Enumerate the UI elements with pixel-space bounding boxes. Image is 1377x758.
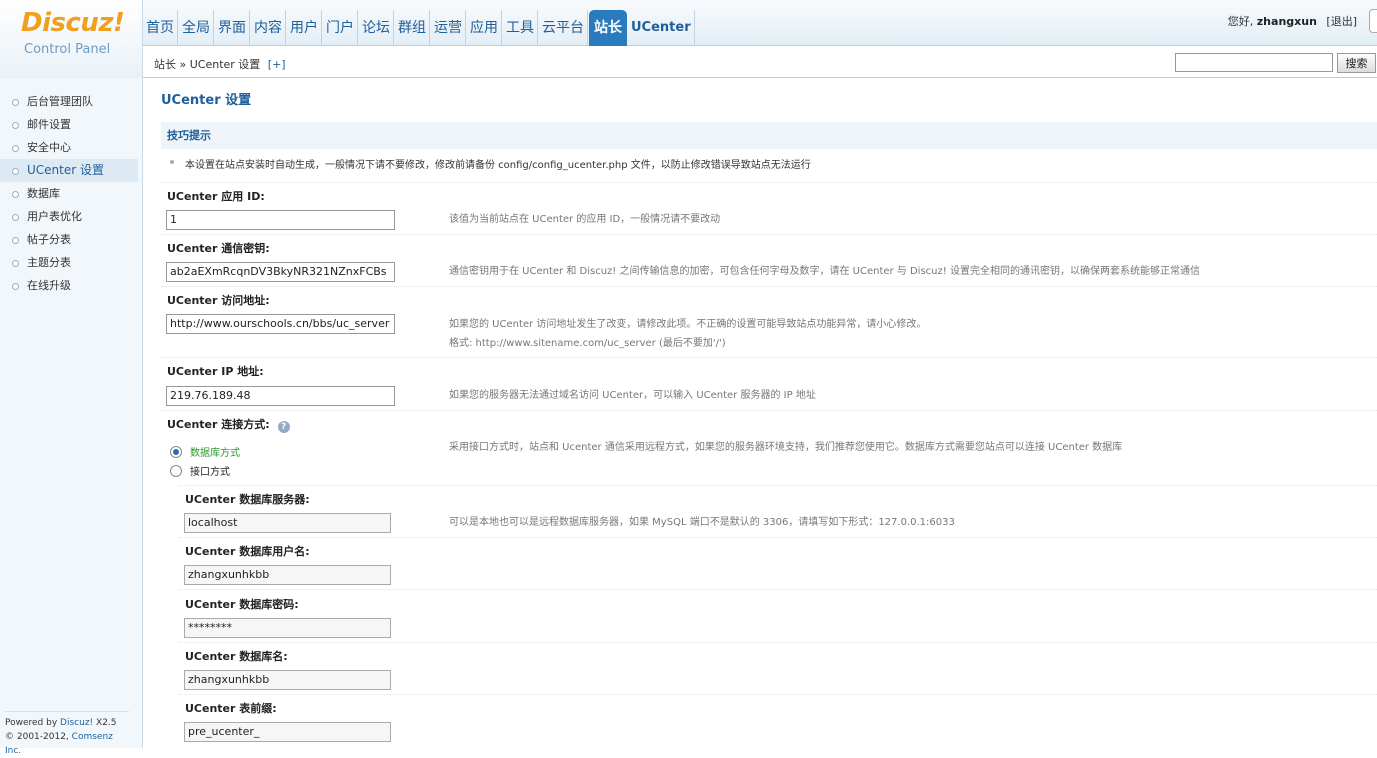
app-id-desc: 该值为当前站点在 UCenter 的应用 ID，一般情况请不要改动 [449,214,721,225]
powered-by-text: Powered by [5,718,58,728]
radio-button-checked-icon[interactable] [170,445,182,458]
search-input[interactable] [1175,53,1333,72]
nav-item-6[interactable]: 论坛 [359,10,394,46]
url-format-desc: 格式: http://www.sitename.com/uc_server (最… [449,338,726,349]
tips-text: 本设置在站点安装时自动生成，一般情况下请不要修改，修改前请备份 config/c… [170,156,811,171]
ip-input[interactable]: 219.76.189.48 [166,386,395,406]
connect-option-db-label[interactable]: 数据库方式 [190,444,240,459]
sidebar-item-2[interactable]: 安全中心 [0,136,138,159]
ip-desc: 如果您的服务器无法通过域名访问 UCenter，可以输入 UCenter 服务器… [449,390,816,401]
connect-label: UCenter 连接方式:? [167,416,290,433]
app-id-label: UCenter 应用 ID: [167,190,265,203]
connect-option-api-label[interactable]: 接口方式 [190,463,230,478]
nav-item-8[interactable]: 运营 [431,10,466,46]
nav-item-11[interactable]: 云平台 [539,10,588,46]
divider [179,589,1377,590]
nav-item-5[interactable]: 门户 [323,10,358,46]
top-nav-bar: 首页 全局 界面 内容 用户 门户 论坛 群组 运营 应用 工具 云平台 站长 UCenter 您好, z… [143,0,1377,46]
nav-item-7[interactable]: 群组 [395,10,430,46]
table-prefix-input[interactable]: pre_ucenter_ [184,722,391,742]
nav-item-4[interactable]: 用户 [287,10,322,46]
db-user-input[interactable]: zhangxunhkbb [184,565,391,585]
sidebar-item-1[interactable]: 邮件设置 [0,113,138,136]
top-nav: 首页 全局 界面 内容 用户 门户 论坛 群组 运营 应用 工具 云平台 站长 UCenter [143,10,696,46]
main-content: UCenter 设置 技巧提示 本设置在站点安装时自动生成，一般情况下请不要修改… [143,79,1377,748]
divider [179,485,1377,486]
connect-option-db[interactable]: 数据库方式 [170,444,240,459]
db-name-label: UCenter 数据库名: [185,650,288,663]
sidebar-footer: Powered by Discuz! X2.5 © 2001-2012, Com… [5,711,129,758]
db-user-label: UCenter 数据库用户名: [185,545,310,558]
copyright-text: © 2001-2012, [5,732,69,742]
url-input[interactable]: http://www.ourschools.cn/bbs/uc_server [166,314,395,334]
breadcrumb-text: 站长 » UCenter 设置 [154,58,261,71]
db-host-desc: 可以是本地也可以是远程数据库服务器，如果 MySQL 端口不是默认的 3306，… [449,517,955,528]
divider [161,234,1377,235]
divider [161,410,1377,411]
tips-text-content: 本设置在站点安装时自动生成，一般情况下请不要修改，修改前请备份 config/c… [185,160,811,171]
url-label: UCenter 访问地址: [167,294,270,307]
divider [179,694,1377,695]
nav-item-2[interactable]: 界面 [215,10,250,46]
db-host-input[interactable]: localhost [184,513,391,533]
help-icon[interactable]: ? [277,421,290,433]
breadcrumb-bar: 站长 » UCenter 设置 [+] 搜索 [143,46,1377,78]
sidebar: 后台管理团队 邮件设置 安全中心 UCenter 设置 数据库 用户表优化 帖子分表 主题分表… [0,78,143,756]
divider [161,357,1377,358]
frame-edge [1369,9,1377,33]
connect-option-api[interactable]: 接口方式 [170,463,230,478]
logo-subtitle: Control Panel [24,42,111,57]
nav-item-10[interactable]: 工具 [503,10,538,46]
add-shortcut-link[interactable]: [+] [268,58,286,71]
username: zhangxun [1256,15,1317,28]
nav-item-3[interactable]: 内容 [251,10,286,46]
greeting-text: 您好, [1227,15,1254,28]
key-input[interactable]: ab2aEXmRcqnDV3BkyNR321NZnxFCBs [166,262,395,282]
nav-item-0[interactable]: 首页 [143,10,178,46]
db-name-input[interactable]: zhangxunhkbb [184,670,391,690]
sidebar-item-8[interactable]: 在线升级 [0,274,138,297]
divider [161,182,1377,183]
ip-label: UCenter IP 地址: [167,365,264,378]
sidebar-item-7[interactable]: 主题分表 [0,251,138,274]
page-title: UCenter 设置 [161,93,252,108]
db-password-input[interactable]: ******** [184,618,391,638]
brand-link[interactable]: Discuz! [60,718,93,728]
sidebar-item-0[interactable]: 后台管理团队 [0,90,138,113]
table-prefix-label: UCenter 表前缀: [185,702,277,715]
connect-label-text: UCenter 连接方式: [167,418,270,431]
version-text: X2.5 [96,718,117,728]
nav-item-1[interactable]: 全局 [179,10,214,46]
sidebar-menu: 后台管理团队 邮件设置 安全中心 UCenter 设置 数据库 用户表优化 帖子分表 主题分表… [0,90,138,297]
db-password-label: UCenter 数据库密码: [185,598,299,611]
tips-heading: 技巧提示 [161,122,1377,149]
divider [161,286,1377,287]
user-greeting: 您好, zhangxun [退出] [1228,13,1357,29]
radio-button-icon[interactable] [170,464,182,477]
sidebar-item-3[interactable]: UCenter 设置 [0,159,138,182]
url-desc: 如果您的 UCenter 访问地址发生了改变，请修改此项。不正确的设置可能导致站… [449,319,927,330]
divider [179,537,1377,538]
divider [179,642,1377,643]
header: Discuz! Control Panel 首页 全局 界面 内容 用户 门户 论坛 群组 运营… [0,0,1377,78]
logo-title: Discuz! [21,8,125,38]
connect-desc: 采用接口方式时，站点和 Ucenter 通信采用远程方式，如果您的服务器环境支持… [449,442,1123,453]
key-desc: 通信密钥用于在 UCenter 和 Discuz! 之间传输信息的加密，可包含任… [449,266,1200,277]
sidebar-item-4[interactable]: 数据库 [0,182,138,205]
search-button[interactable]: 搜索 [1337,53,1376,73]
logout-link[interactable]: [退出] [1326,15,1357,28]
app-id-input[interactable]: 1 [166,210,395,230]
sidebar-item-6[interactable]: 帖子分表 [0,228,138,251]
nav-item-9[interactable]: 应用 [467,10,502,46]
sidebar-item-5[interactable]: 用户表优化 [0,205,138,228]
nav-item-12[interactable]: 站长 [589,10,627,46]
db-host-label: UCenter 数据库服务器: [185,493,310,506]
logo[interactable]: Discuz! Control Panel [0,0,143,78]
key-label: UCenter 通信密钥: [167,242,270,255]
breadcrumb: 站长 » UCenter 设置 [+] [154,56,286,72]
nav-item-13[interactable]: UCenter [628,10,695,46]
